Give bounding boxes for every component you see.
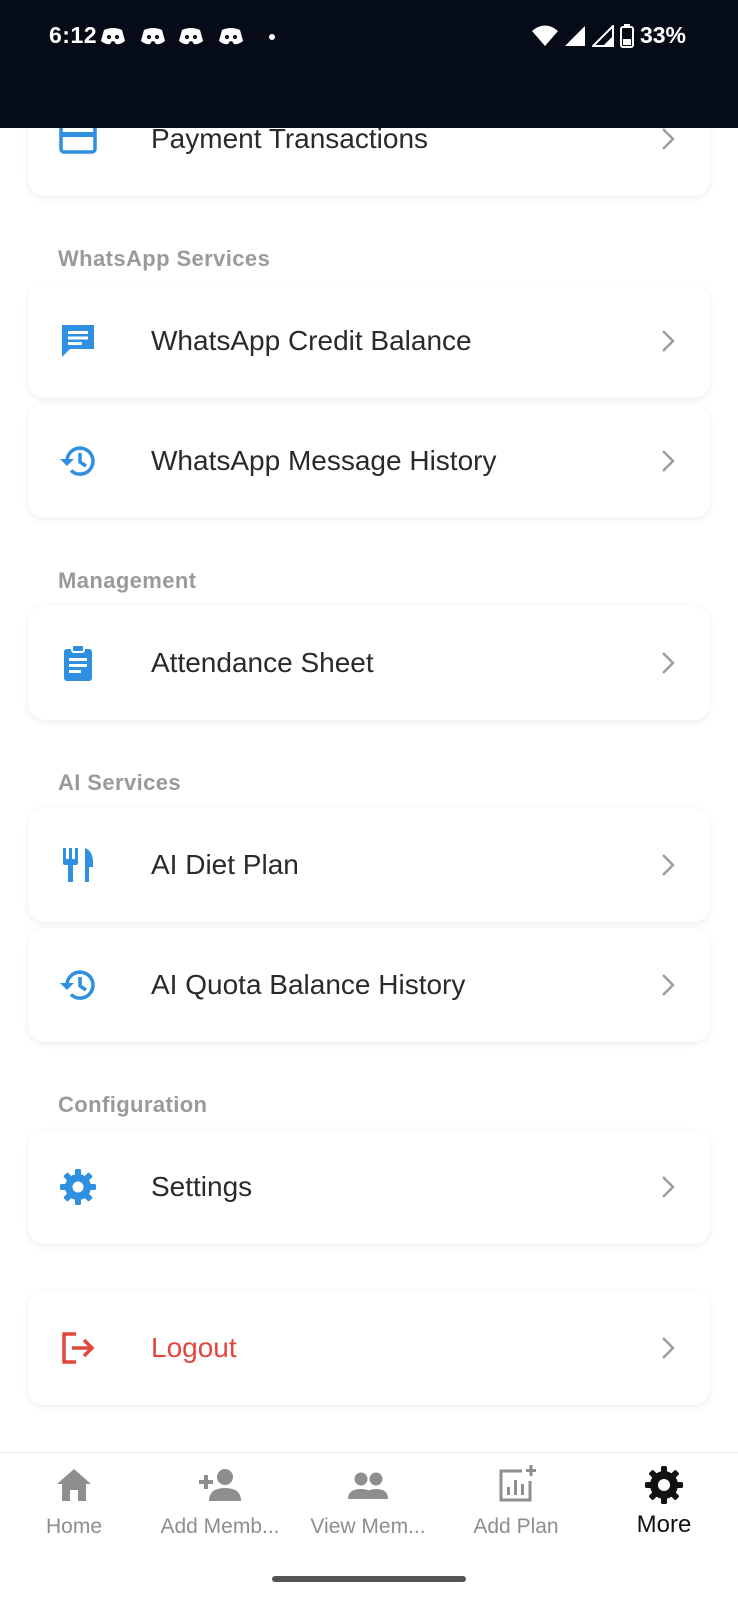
credit-card-icon xyxy=(59,128,97,154)
chevron-right-icon xyxy=(662,854,675,876)
menu-item-ai-diet-plan[interactable]: AI Diet Plan xyxy=(28,808,710,922)
menu-item-label: AI Quota Balance History xyxy=(151,969,466,1000)
chevron-right-icon xyxy=(662,330,675,352)
nav-item-more[interactable]: More xyxy=(590,1463,738,1563)
home-indicator[interactable] xyxy=(272,1576,466,1582)
menu-item-label: WhatsApp Message History xyxy=(151,445,497,476)
clipboard-icon xyxy=(64,644,92,681)
chat-icon xyxy=(62,325,94,357)
menu-item-whatsapp-credit-balance[interactable]: WhatsApp Credit Balance xyxy=(28,284,710,398)
section-title-configuration: Configuration xyxy=(58,1092,208,1117)
fork-knife-icon xyxy=(63,848,94,882)
nav-item-add-member[interactable]: Add Memb... xyxy=(146,1463,294,1563)
section-title-ai-services: AI Services xyxy=(58,770,182,795)
menu-item-attendance-sheet[interactable]: Attendance Sheet xyxy=(28,606,710,720)
chevron-right-icon xyxy=(662,652,675,674)
menu-item-label: AI Diet Plan xyxy=(151,849,299,880)
menu-item-label: Settings xyxy=(151,1171,253,1202)
gear-icon xyxy=(645,1466,683,1504)
menu-item-label: Payment Transactions xyxy=(151,128,429,154)
chevron-right-icon xyxy=(662,128,675,150)
menu-item-payment-transactions[interactable]: Payment Transactions xyxy=(28,128,710,196)
section-title-management: Management xyxy=(58,568,197,593)
menu-item-ai-quota-balance-history[interactable]: AI Quota Balance History xyxy=(28,928,710,1042)
nav-item-view-members[interactable]: View Mem... xyxy=(294,1463,442,1563)
menu-item-label: Attendance Sheet xyxy=(151,647,374,678)
discord-notification-icon xyxy=(219,28,243,45)
nav-item-add-plan[interactable]: Add Plan xyxy=(442,1463,590,1563)
nav-label: More xyxy=(636,1511,692,1538)
discord-notification-icon xyxy=(179,28,203,45)
gear-icon xyxy=(60,1169,96,1205)
menu-item-settings[interactable]: Settings xyxy=(28,1130,710,1244)
logout-button[interactable]: Logout xyxy=(28,1291,710,1405)
discord-notification-icon xyxy=(141,28,165,45)
history-icon xyxy=(60,970,95,1000)
nav-label: Add Plan xyxy=(473,1515,559,1538)
signal-icon xyxy=(564,25,585,46)
nav-item-home[interactable]: Home xyxy=(0,1463,148,1563)
section-title-whatsapp: WhatsApp Services xyxy=(58,246,271,271)
status-bar: 6:12 33% xyxy=(0,0,738,128)
menu-item-label: WhatsApp Credit Balance xyxy=(151,325,472,356)
home-icon xyxy=(57,1469,91,1501)
status-time: 6:12 xyxy=(49,22,98,48)
wifi-icon xyxy=(531,25,558,46)
nav-label: Add Memb... xyxy=(160,1515,280,1538)
signal-icon xyxy=(591,24,614,47)
battery-icon xyxy=(619,23,634,48)
battery-percentage: 33% xyxy=(639,22,686,48)
add-chart-icon xyxy=(499,1465,536,1502)
nav-label: View Mem... xyxy=(310,1515,426,1538)
chevron-right-icon xyxy=(662,974,675,996)
logout-label: Logout xyxy=(151,1332,237,1363)
chevron-right-icon xyxy=(662,450,675,472)
more-notifications-dot xyxy=(269,34,275,40)
nav-label: Home xyxy=(45,1515,103,1538)
discord-notification-icon xyxy=(101,28,125,45)
history-icon xyxy=(60,446,95,476)
person-add-icon xyxy=(199,1469,241,1501)
chevron-right-icon xyxy=(662,1337,675,1359)
more-menu-list[interactable]: Payment Transactions WhatsApp Services W… xyxy=(0,128,738,1452)
status-indicators: 33% xyxy=(531,22,686,49)
logout-icon xyxy=(62,1332,95,1364)
chevron-right-icon xyxy=(662,1176,675,1198)
group-icon xyxy=(348,1472,388,1499)
menu-item-whatsapp-message-history[interactable]: WhatsApp Message History xyxy=(28,404,710,518)
